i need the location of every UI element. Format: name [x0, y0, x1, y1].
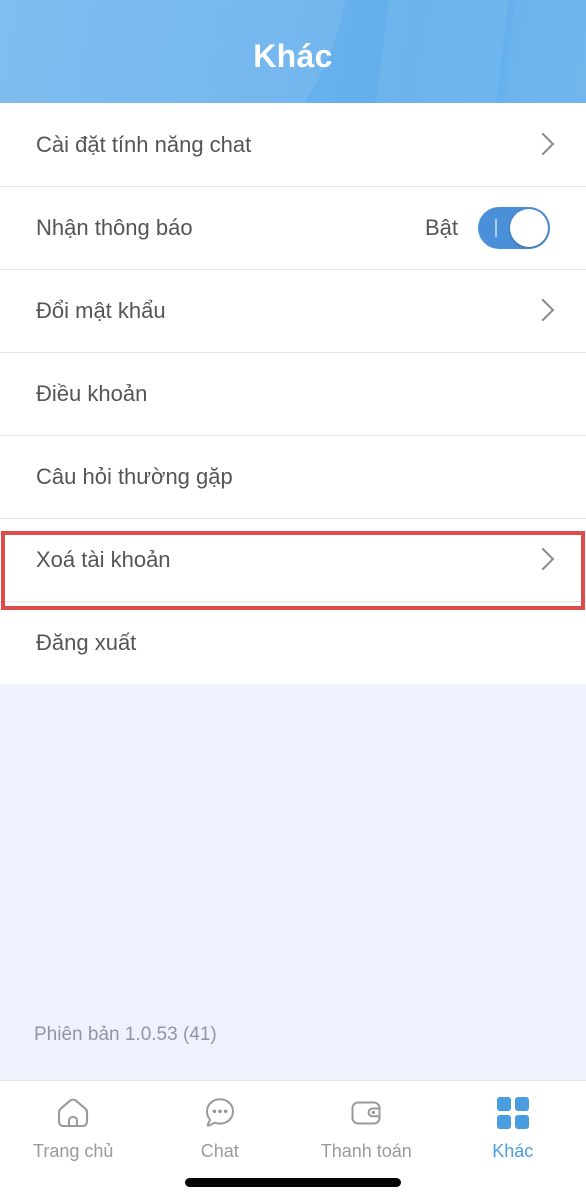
- settings-row-label: Xoá tài khoản: [36, 546, 171, 572]
- tab-label: Chat: [200, 1141, 239, 1161]
- settings-row-label: Điều khoản: [36, 380, 148, 406]
- settings-row-notifications[interactable]: Nhận thông báo Bật: [0, 186, 586, 269]
- chevron-right-icon: [534, 131, 550, 159]
- home-indicator: [185, 1178, 401, 1187]
- grid-square-4: [514, 1115, 529, 1129]
- app-version-label: Phiên bản 1.0.53 (41): [34, 1024, 217, 1045]
- tab-home[interactable]: Trang chủ: [0, 1093, 147, 1162]
- settings-row-label: Cài đặt tính năng chat: [36, 131, 252, 157]
- settings-row-label: Câu hỏi thường gặp: [36, 463, 233, 489]
- settings-list: Cài đặt tính năng chat Nhận thông báo Bậ…: [0, 103, 586, 684]
- app-header: Khác: [0, 0, 586, 103]
- tab-label: Thanh toán: [320, 1141, 412, 1161]
- settings-row-logout[interactable]: Đăng xuất: [0, 601, 586, 684]
- wallet-icon: [346, 1093, 386, 1133]
- chevron-right-icon: [534, 297, 550, 325]
- settings-row-terms[interactable]: Điều khoản: [0, 352, 586, 435]
- settings-row-label: Đăng xuất: [36, 629, 137, 655]
- settings-row-accessory: [534, 546, 550, 574]
- settings-row-label: Đổi mật khẩu: [36, 297, 166, 323]
- tab-label: Khác: [492, 1141, 534, 1161]
- grid-square-3: [496, 1115, 511, 1129]
- settings-row-delete-account[interactable]: Xoá tài khoản: [0, 518, 586, 601]
- app-screen: Khác Cài đặt tính năng chat Nhận thông b…: [0, 0, 586, 1200]
- settings-row-change-password[interactable]: Đổi mật khẩu: [0, 269, 586, 352]
- page-title: Khác: [253, 38, 333, 74]
- notification-state-value: Bật: [424, 214, 458, 240]
- settings-row-accessory: [534, 131, 550, 159]
- grid-icon: [493, 1093, 533, 1133]
- tab-chat[interactable]: Chat: [147, 1093, 294, 1162]
- tab-payment[interactable]: Thanh toán: [293, 1093, 440, 1162]
- grid-square-2: [514, 1097, 529, 1111]
- toggle-knob: [510, 208, 548, 247]
- chat-bubble-icon: [200, 1093, 240, 1133]
- settings-row-accessory: [534, 297, 550, 325]
- notifications-toggle[interactable]: [478, 206, 550, 249]
- tab-more[interactable]: Khác: [440, 1093, 586, 1162]
- chevron-right-icon: [534, 546, 550, 574]
- settings-row-faq[interactable]: Câu hỏi thường gặp: [0, 435, 586, 518]
- settings-row-label: Nhận thông báo: [36, 214, 193, 240]
- settings-row-chat-settings[interactable]: Cài đặt tính năng chat: [0, 103, 586, 186]
- grid-square-1: [496, 1097, 511, 1111]
- tab-label: Trang chủ: [33, 1141, 114, 1161]
- toggle-track-mark: [495, 218, 497, 237]
- home-icon: [53, 1093, 93, 1133]
- settings-row-accessory: Bật: [424, 206, 550, 249]
